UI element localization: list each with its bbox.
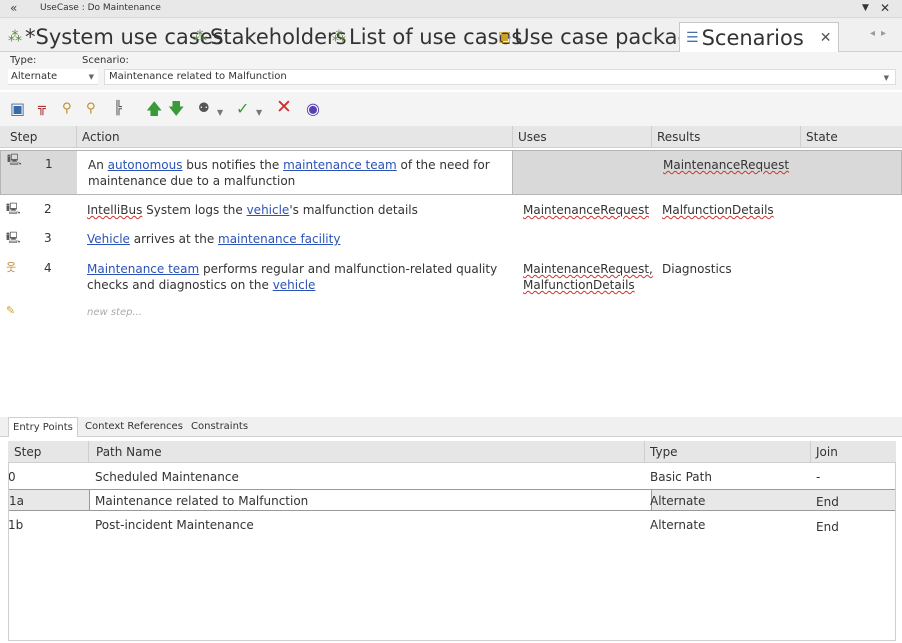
col-header-uses[interactable]: Uses: [518, 130, 547, 144]
collapse-icon[interactable]: «: [10, 1, 17, 15]
steps-grid-header: Step Action Uses Results State: [0, 126, 902, 148]
col-header-path-name[interactable]: Path Name: [96, 445, 162, 459]
tab-scenarios[interactable]: ☰ Scenarios ✕: [679, 22, 839, 52]
add-system-step-icon[interactable]: ⚲: [86, 100, 96, 118]
validate-check-icon[interactable]: ✓: [236, 100, 249, 118]
col-header-state[interactable]: State: [806, 130, 838, 144]
new-step-row[interactable]: ✎ new step...: [0, 304, 902, 324]
delete-icon[interactable]: ✕: [276, 98, 292, 117]
tab-stakeholders[interactable]: ⁂ Stakeholders: [193, 22, 347, 52]
step-action[interactable]: Maintenance team performs regular and ma…: [87, 261, 507, 293]
table-row[interactable]: 🖳 1 An autonomous bus notifies the maint…: [0, 150, 902, 195]
col-header-type[interactable]: Type: [650, 445, 678, 459]
scenario-label: Scenario:: [82, 55, 129, 66]
close-window-icon[interactable]: ✕: [880, 1, 890, 15]
step-results[interactable]: Diagnostics: [662, 261, 802, 277]
col-header-step[interactable]: Step: [10, 130, 37, 144]
actor-step-icon: 웃: [6, 261, 17, 274]
scenario-toolbar: ▣ ╦ ⚲ ⚲ ╠ 🡅 🡇 ⚉ ▼ ✓ ▼ ✕ ◉: [0, 92, 902, 126]
tab-entry-points[interactable]: Entry Points: [8, 417, 78, 437]
help-icon[interactable]: ◉: [306, 100, 320, 118]
save-icon[interactable]: ▣: [10, 100, 25, 118]
step-uses[interactable]: MaintenanceRequest, MalfunctionDetails: [523, 261, 653, 293]
table-row[interactable]: 1b Post-incident Maintenance Alternate E…: [8, 514, 896, 536]
table-row[interactable]: 🖳 2 IntelliBus System logs the vehicle's…: [0, 202, 902, 224]
col-header-join[interactable]: Join: [816, 445, 838, 459]
add-actor-step-icon[interactable]: ⚲: [62, 100, 72, 118]
step-uses[interactable]: MaintenanceRequest: [523, 202, 653, 218]
tab-system-use-cases[interactable]: ⁂ *System use cases: [8, 22, 224, 52]
type-dropdown[interactable]: Alternate ▼: [8, 69, 98, 85]
new-step-placeholder[interactable]: new step...: [87, 307, 142, 318]
chevron-down-icon: ▼: [883, 74, 889, 82]
generate-diagram-icon[interactable]: ╦: [38, 100, 46, 118]
chevron-down-icon[interactable]: ▼: [256, 104, 262, 122]
bottom-panel-tabs: Entry Points Context References Constrai…: [0, 417, 902, 437]
link-autonomous[interactable]: autonomous: [108, 158, 183, 172]
window-title-bar: « UseCase : Do Maintenance ▼ ✕: [0, 0, 902, 18]
use-case-list-icon: ⁂: [193, 29, 207, 45]
step-results[interactable]: MalfunctionDetails: [662, 202, 802, 218]
view-tab-strip: ⁂ *System use cases ⁂ Stakeholders ⁂ Lis…: [0, 18, 902, 52]
move-down-icon[interactable]: 🡇: [168, 100, 184, 118]
col-header-results[interactable]: Results: [657, 130, 700, 144]
link-vehicle[interactable]: vehicle: [247, 203, 290, 217]
package-icon: ▣: [498, 29, 512, 45]
link-maintenance-team[interactable]: Maintenance team: [87, 262, 199, 276]
tab-list-of-use-cases[interactable]: ⁂ List of use cases: [332, 22, 522, 52]
close-tab-icon[interactable]: ✕: [820, 30, 832, 46]
window-title: UseCase : Do Maintenance: [40, 3, 161, 13]
scenario-dropdown[interactable]: Maintenance related to Malfunction ▼: [104, 69, 896, 85]
step-action[interactable]: An autonomous bus notifies the maintenan…: [88, 157, 508, 189]
use-case-list-icon: ⁂: [8, 29, 22, 45]
tab-scroll-arrows-icon[interactable]: ◂▸: [870, 28, 892, 39]
use-case-list-icon: ⁂: [332, 29, 346, 45]
new-step-icon: ✎: [6, 304, 16, 317]
system-step-icon: 🖳: [6, 202, 21, 215]
structure-icon[interactable]: ⚉: [198, 100, 210, 118]
table-row[interactable]: 🖳 3 Vehicle arrives at the maintenance f…: [0, 231, 902, 253]
link-maintenance-facility[interactable]: maintenance facility: [218, 232, 340, 246]
chevron-down-icon[interactable]: ▼: [217, 104, 223, 122]
step-action[interactable]: Vehicle arrives at the maintenance facil…: [87, 231, 507, 247]
system-step-icon: 🖳: [7, 153, 22, 166]
step-action[interactable]: IntelliBus System logs the vehicle's mal…: [87, 202, 507, 218]
tab-constraints[interactable]: Constraints: [187, 417, 252, 437]
table-row[interactable]: 웃 4 Maintenance team performs regular an…: [0, 261, 902, 297]
chevron-down-icon: ▼: [88, 73, 94, 81]
step-results[interactable]: MaintenanceRequest: [663, 157, 803, 173]
move-up-icon[interactable]: 🡅: [146, 100, 162, 118]
col-header-action[interactable]: Action: [82, 130, 120, 144]
dropdown-arrow-icon[interactable]: ▼: [862, 3, 869, 13]
link-vehicle[interactable]: vehicle: [273, 278, 316, 292]
type-label: Type:: [10, 55, 37, 66]
scenario-list-icon: ☰: [686, 29, 699, 46]
table-row[interactable]: 0 Scheduled Maintenance Basic Path -: [8, 466, 896, 488]
step-hierarchy-icon[interactable]: ╠: [114, 100, 122, 118]
link-maintenance-team[interactable]: maintenance team: [283, 158, 397, 172]
entry-points-header: Step Path Name Type Join: [8, 441, 896, 463]
table-row[interactable]: 1a Maintenance related to Malfunction Al…: [8, 489, 896, 511]
col-header-step[interactable]: Step: [14, 445, 41, 459]
tab-context-references[interactable]: Context References: [81, 417, 187, 437]
link-vehicle[interactable]: Vehicle: [87, 232, 130, 246]
scenario-selector: Type: Scenario: Alternate ▼ Maintenance …: [0, 52, 902, 90]
system-step-icon: 🖳: [6, 231, 21, 244]
